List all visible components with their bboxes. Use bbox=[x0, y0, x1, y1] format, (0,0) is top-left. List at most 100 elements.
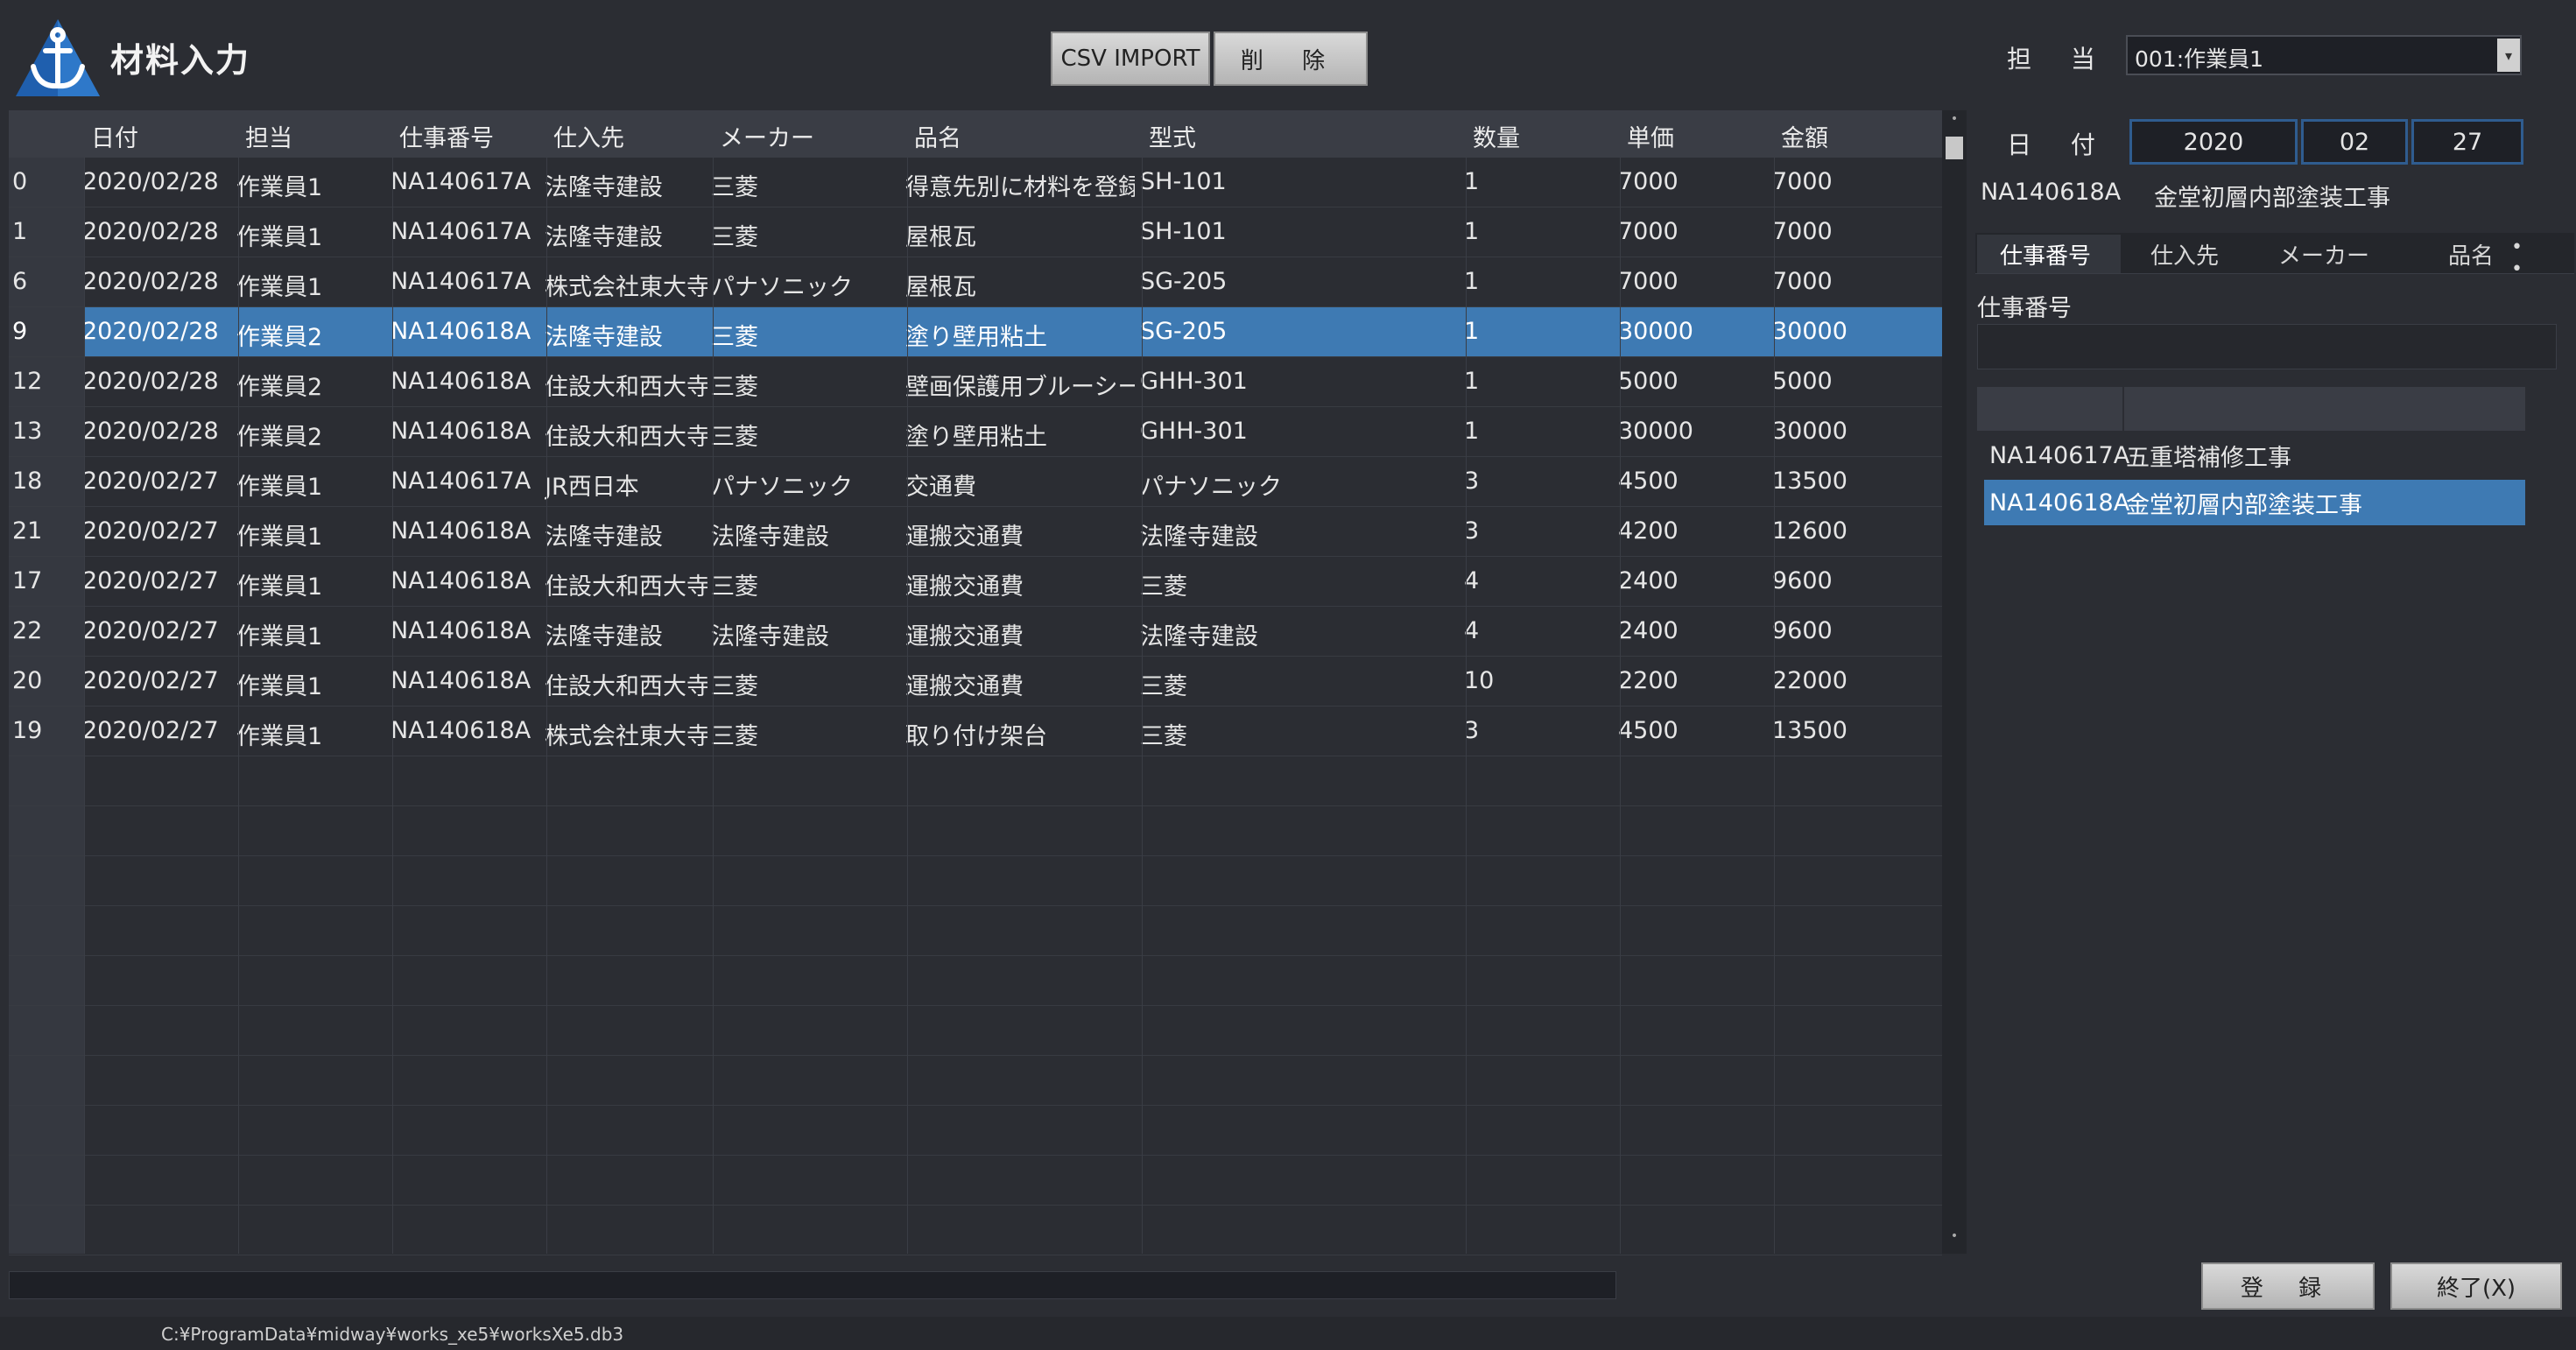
cell-tanto: 作業員1 bbox=[236, 623, 323, 650]
chevron-down-icon[interactable]: ▾ bbox=[2497, 39, 2520, 72]
cell-supplier: 法隆寺建設 bbox=[545, 174, 663, 201]
cell-job: NA140617A bbox=[391, 468, 531, 495]
selected-job-name: 金堂初層内部塗装工事 bbox=[2154, 185, 2390, 212]
col-header-qty[interactable]: 数量 bbox=[1473, 119, 1520, 153]
cell-date: 2020/02/27 bbox=[82, 717, 219, 744]
grid-horizontal-scrollbar[interactable] bbox=[9, 1271, 1616, 1299]
cell-amount: 7000 bbox=[1772, 218, 1833, 245]
grid-vertical-scrollbar[interactable] bbox=[1942, 110, 1967, 1254]
table-row[interactable]: 1 2020/02/28 作業員1 NA140617A 法隆寺建設 三菱 屋根瓦 SH-101… bbox=[9, 207, 1942, 257]
cell-maker: 三菱 bbox=[711, 174, 758, 201]
cell-amount: 5000 bbox=[1772, 368, 1833, 395]
tab-product[interactable]: 品名 bbox=[2448, 238, 2494, 271]
table-row[interactable]: 9 2020/02/28 作業員2 NA140618A 法隆寺建設 三菱 塗り壁用粘土 SG-… bbox=[9, 307, 1942, 356]
cell-date: 2020/02/28 bbox=[82, 218, 219, 245]
cell-price: 4500 bbox=[1618, 717, 1679, 744]
table-row[interactable]: 20 2020/02/27 作業員1 NA140618A 住設大和西大寺 三菱 運搬交通費三… bbox=[9, 657, 1942, 706]
cell-price: 2400 bbox=[1618, 567, 1679, 594]
cell-tanto: 作業員1 bbox=[236, 573, 323, 601]
cell-model: 法隆寺建設 bbox=[1140, 623, 1258, 650]
table-row[interactable]: 6 2020/02/28 作業員1 NA140617A 株式会社東大寺 パナソニック 屋根瓦… bbox=[9, 257, 1942, 306]
cell-tanto: 作業員2 bbox=[236, 424, 323, 451]
scroll-down-icon[interactable]: • bbox=[1946, 1229, 1963, 1247]
date-month-field[interactable]: 02 bbox=[2301, 119, 2408, 165]
tab-supplier[interactable]: 仕入先 bbox=[2150, 238, 2219, 271]
row-index: 21 bbox=[12, 517, 43, 545]
row-index: 0 bbox=[12, 168, 28, 195]
register-button[interactable]: 登 録 bbox=[2201, 1262, 2375, 1310]
col-header-price[interactable]: 単価 bbox=[1627, 119, 1674, 153]
cell-job: NA140617A bbox=[391, 218, 531, 245]
job-list-item[interactable]: NA140618A 金堂初層内部塗装工事 bbox=[1984, 480, 2525, 525]
tanto-select[interactable]: 001:作業員1 bbox=[2126, 35, 2522, 75]
grid-divider bbox=[84, 110, 85, 1254]
col-header-maker[interactable]: メーカー bbox=[720, 119, 814, 153]
cell-product: 屋根瓦 bbox=[905, 274, 976, 301]
scroll-up-icon[interactable]: • bbox=[1946, 112, 1963, 130]
filter-input[interactable] bbox=[1977, 324, 2557, 369]
exit-button[interactable]: 終了(X) bbox=[2390, 1262, 2562, 1310]
cell-tanto: 作業員2 bbox=[236, 324, 323, 351]
col-header-job[interactable]: 仕事番号 bbox=[399, 119, 494, 153]
cell-product: 屋根瓦 bbox=[905, 224, 976, 251]
cell-amount: 12600 bbox=[1772, 517, 1848, 545]
cell-maker: 法隆寺建設 bbox=[711, 623, 829, 650]
row-index: 1 bbox=[12, 218, 28, 245]
col-header-model[interactable]: 型式 bbox=[1149, 119, 1196, 153]
cell-maker: 三菱 bbox=[711, 673, 758, 700]
cell-product: 取り付け架台 bbox=[905, 723, 1047, 750]
csv-import-button[interactable]: CSV IMPORT bbox=[1051, 32, 1210, 86]
cell-amount: 9600 bbox=[1772, 567, 1833, 594]
cell-date: 2020/02/28 bbox=[82, 368, 219, 395]
cell-price: 30000 bbox=[1618, 418, 1693, 445]
cell-price: 7000 bbox=[1618, 268, 1679, 295]
table-row[interactable]: 18 2020/02/27 作業員1 NA140617A JR西日本 パナソニック 交通費 パ… bbox=[9, 457, 1942, 506]
col-header-product[interactable]: 品名 bbox=[914, 119, 961, 153]
row-index: 13 bbox=[12, 418, 43, 445]
cell-supplier: 住設大和西大寺 bbox=[545, 673, 707, 700]
table-row[interactable]: 12 2020/02/28 作業員2 NA140618A 住設大和西大寺 三菱 壁画保護用ブ… bbox=[9, 357, 1942, 406]
col-header-date[interactable]: 日付 bbox=[91, 119, 138, 153]
cell-price: 2200 bbox=[1618, 667, 1679, 694]
cell-date: 2020/02/28 bbox=[82, 268, 219, 295]
cell-amount: 13500 bbox=[1772, 717, 1848, 744]
row-divider bbox=[9, 805, 1942, 806]
tab-maker[interactable]: メーカー bbox=[2278, 238, 2369, 271]
col-header-tanto[interactable]: 担当 bbox=[245, 119, 292, 153]
cell-tanto: 作業員1 bbox=[236, 673, 323, 700]
cell-qty: 10 bbox=[1464, 667, 1495, 694]
selected-job-code: NA140618A bbox=[1981, 179, 2122, 206]
table-row[interactable]: 17 2020/02/27 作業員1 NA140618A 住設大和西大寺 三菱 運搬交通費三… bbox=[9, 557, 1942, 606]
cell-product: 塗り壁用粘土 bbox=[905, 324, 1047, 351]
cell-price: 4500 bbox=[1618, 468, 1679, 495]
cell-amount: 30000 bbox=[1772, 418, 1848, 445]
cell-model: GHH-301 bbox=[1140, 368, 1248, 395]
cell-model: 三菱 bbox=[1140, 573, 1187, 601]
grid-divider bbox=[1466, 110, 1467, 1254]
cell-supplier: 住設大和西大寺 bbox=[545, 424, 707, 451]
cell-amount: 13500 bbox=[1772, 468, 1848, 495]
cell-supplier: 株式会社東大寺 bbox=[545, 274, 707, 301]
cell-maker: 法隆寺建設 bbox=[711, 524, 829, 551]
date-year-field[interactable]: 2020 bbox=[2129, 119, 2298, 165]
job-list-item[interactable]: NA140617A 五重塔補修工事 bbox=[1984, 432, 2525, 478]
tab-more-icon[interactable]: • • bbox=[2511, 236, 2574, 280]
date-day-field[interactable]: 27 bbox=[2411, 119, 2523, 165]
cell-maker: 三菱 bbox=[711, 573, 758, 601]
cell-date: 2020/02/27 bbox=[82, 617, 219, 644]
col-header-supplier[interactable]: 仕入先 bbox=[553, 119, 624, 153]
table-row[interactable]: 13 2020/02/28 作業員2 NA140618A 住設大和西大寺 三菱 塗り壁用粘土… bbox=[9, 407, 1942, 456]
table-row[interactable]: 22 2020/02/27 作業員1 NA140618A 法隆寺建設 法隆寺建設 運搬交通費… bbox=[9, 607, 1942, 656]
delete-button[interactable]: 削 除 bbox=[1214, 32, 1368, 86]
col-header-amount[interactable]: 金額 bbox=[1781, 119, 1828, 153]
table-row[interactable]: 21 2020/02/27 作業員1 NA140618A 法隆寺建設 法隆寺建設 運搬交通費… bbox=[9, 507, 1942, 556]
scroll-thumb[interactable] bbox=[1946, 137, 1963, 159]
cell-model: GHH-301 bbox=[1140, 418, 1248, 445]
cell-job: NA140618A bbox=[391, 517, 531, 545]
tab-job-number[interactable]: 仕事番号 bbox=[2000, 238, 2091, 271]
cell-price: 2400 bbox=[1618, 617, 1679, 644]
table-row[interactable]: 19 2020/02/27 作業員1 NA140618A 株式会社東大寺 三菱 取り付け架台… bbox=[9, 707, 1942, 756]
table-row[interactable]: 0 2020/02/28 作業員1 NA140617A 法隆寺建設 三菱 得意先別に材料を登… bbox=[9, 158, 1942, 207]
row-index: 9 bbox=[12, 318, 28, 345]
cell-job: NA140618A bbox=[391, 567, 531, 594]
